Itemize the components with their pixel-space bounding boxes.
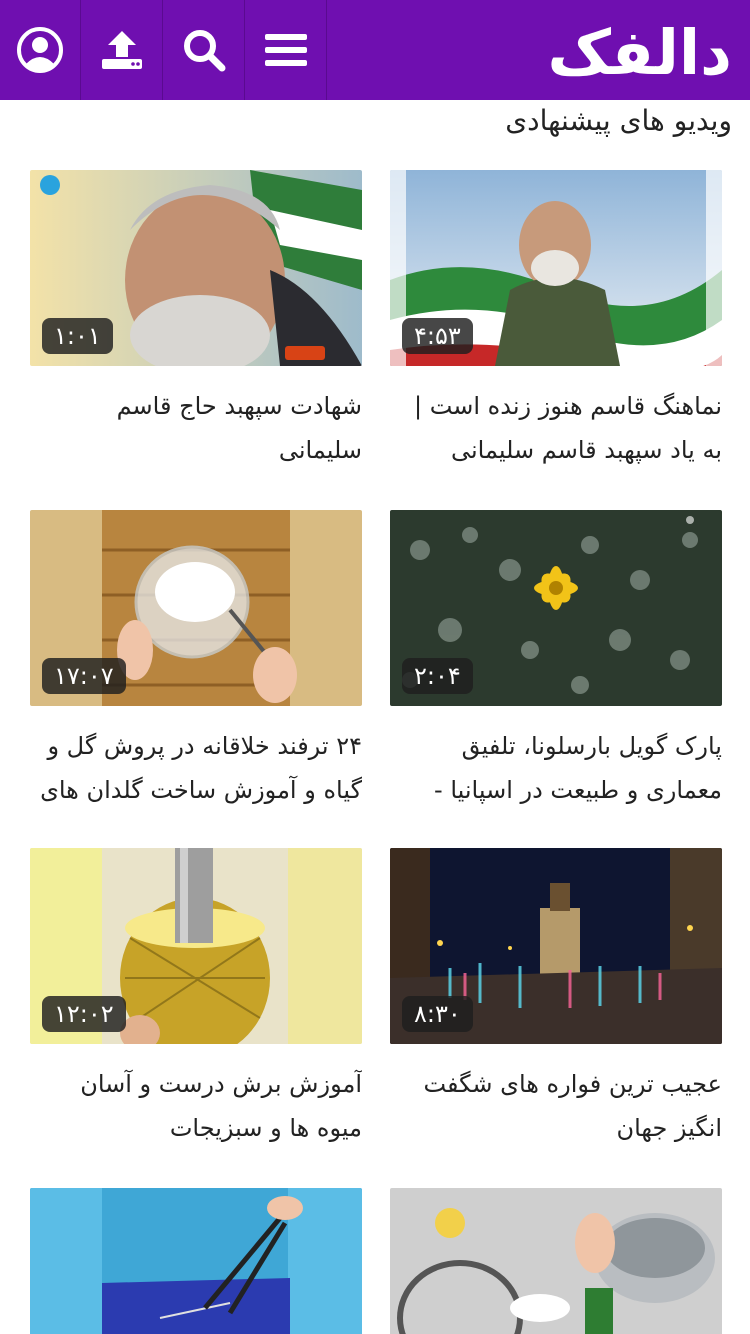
video-thumbnail[interactable]: ۱:۰۱ bbox=[30, 170, 362, 366]
video-card[interactable]: ۴:۵۳ نماهنگ قاسم هنوز زنده است | به یاد … bbox=[390, 170, 722, 472]
video-duration: ۱:۰۱ bbox=[42, 318, 113, 354]
video-thumbnail[interactable]: ۸:۳۰ bbox=[390, 848, 722, 1044]
profile-button[interactable] bbox=[0, 0, 81, 100]
video-card[interactable] bbox=[30, 1188, 362, 1334]
upload-button[interactable] bbox=[82, 0, 163, 100]
video-thumbnail[interactable]: ۴:۵۳ bbox=[390, 170, 722, 366]
video-thumbnail[interactable]: ۲:۰۴ bbox=[390, 510, 722, 706]
video-card[interactable]: ۱:۰۱ شهادت سپهبد حاج قاسم سلیمانی bbox=[30, 170, 362, 472]
hamburger-menu-icon bbox=[265, 34, 307, 66]
search-button[interactable] bbox=[164, 0, 245, 100]
video-title[interactable]: ۲۴ ترفند خلاقانه در پروش گل و گیاه و آمو… bbox=[30, 724, 362, 812]
site-logo[interactable]: دالفک bbox=[546, 10, 736, 90]
upload-icon bbox=[102, 31, 142, 69]
video-duration: ۲:۰۴ bbox=[402, 658, 473, 694]
video-duration: ۴:۵۳ bbox=[402, 318, 473, 354]
video-duration: ۱۲:۰۲ bbox=[42, 996, 126, 1032]
video-thumbnail[interactable] bbox=[390, 1188, 722, 1334]
logo-text: دالفک bbox=[548, 16, 732, 89]
video-title[interactable]: عجیب ترین فواره های شگفت انگیز جهان bbox=[390, 1062, 722, 1150]
video-title[interactable]: نماهنگ قاسم هنوز زنده است | به یاد سپهبد… bbox=[390, 384, 722, 472]
search-icon bbox=[184, 30, 226, 72]
menu-button[interactable] bbox=[246, 0, 327, 100]
user-profile-icon bbox=[17, 27, 63, 73]
video-duration: ۸:۳۰ bbox=[402, 996, 473, 1032]
video-card[interactable]: ۱۲:۰۲ آموزش برش درست و آسان میوه ها و سب… bbox=[30, 848, 362, 1150]
video-card[interactable]: ۱۷:۰۷ ۲۴ ترفند خلاقانه در پروش گل و گیاه… bbox=[30, 510, 362, 812]
video-title[interactable]: شهادت سپهبد حاج قاسم سلیمانی bbox=[30, 384, 362, 472]
video-title[interactable]: پارک گویل بارسلونا، تلفیق معماری و طبیعت… bbox=[390, 724, 722, 812]
video-title[interactable]: آموزش برش درست و آسان میوه ها و سبزیجات bbox=[30, 1062, 362, 1150]
video-thumbnail[interactable] bbox=[30, 1188, 362, 1334]
video-card[interactable] bbox=[390, 1188, 722, 1334]
video-card[interactable]: ۲:۰۴ پارک گویل بارسلونا، تلفیق معماری و … bbox=[390, 510, 722, 812]
top-bar: دالفک bbox=[0, 0, 750, 100]
video-thumbnail[interactable]: ۱۲:۰۲ bbox=[30, 848, 362, 1044]
section-title: ویدیو های پیشنهادی bbox=[505, 104, 732, 137]
video-card[interactable]: ۸:۳۰ عجیب ترین فواره های شگفت انگیز جهان bbox=[390, 848, 722, 1150]
video-duration: ۱۷:۰۷ bbox=[42, 658, 126, 694]
video-thumbnail[interactable]: ۱۷:۰۷ bbox=[30, 510, 362, 706]
